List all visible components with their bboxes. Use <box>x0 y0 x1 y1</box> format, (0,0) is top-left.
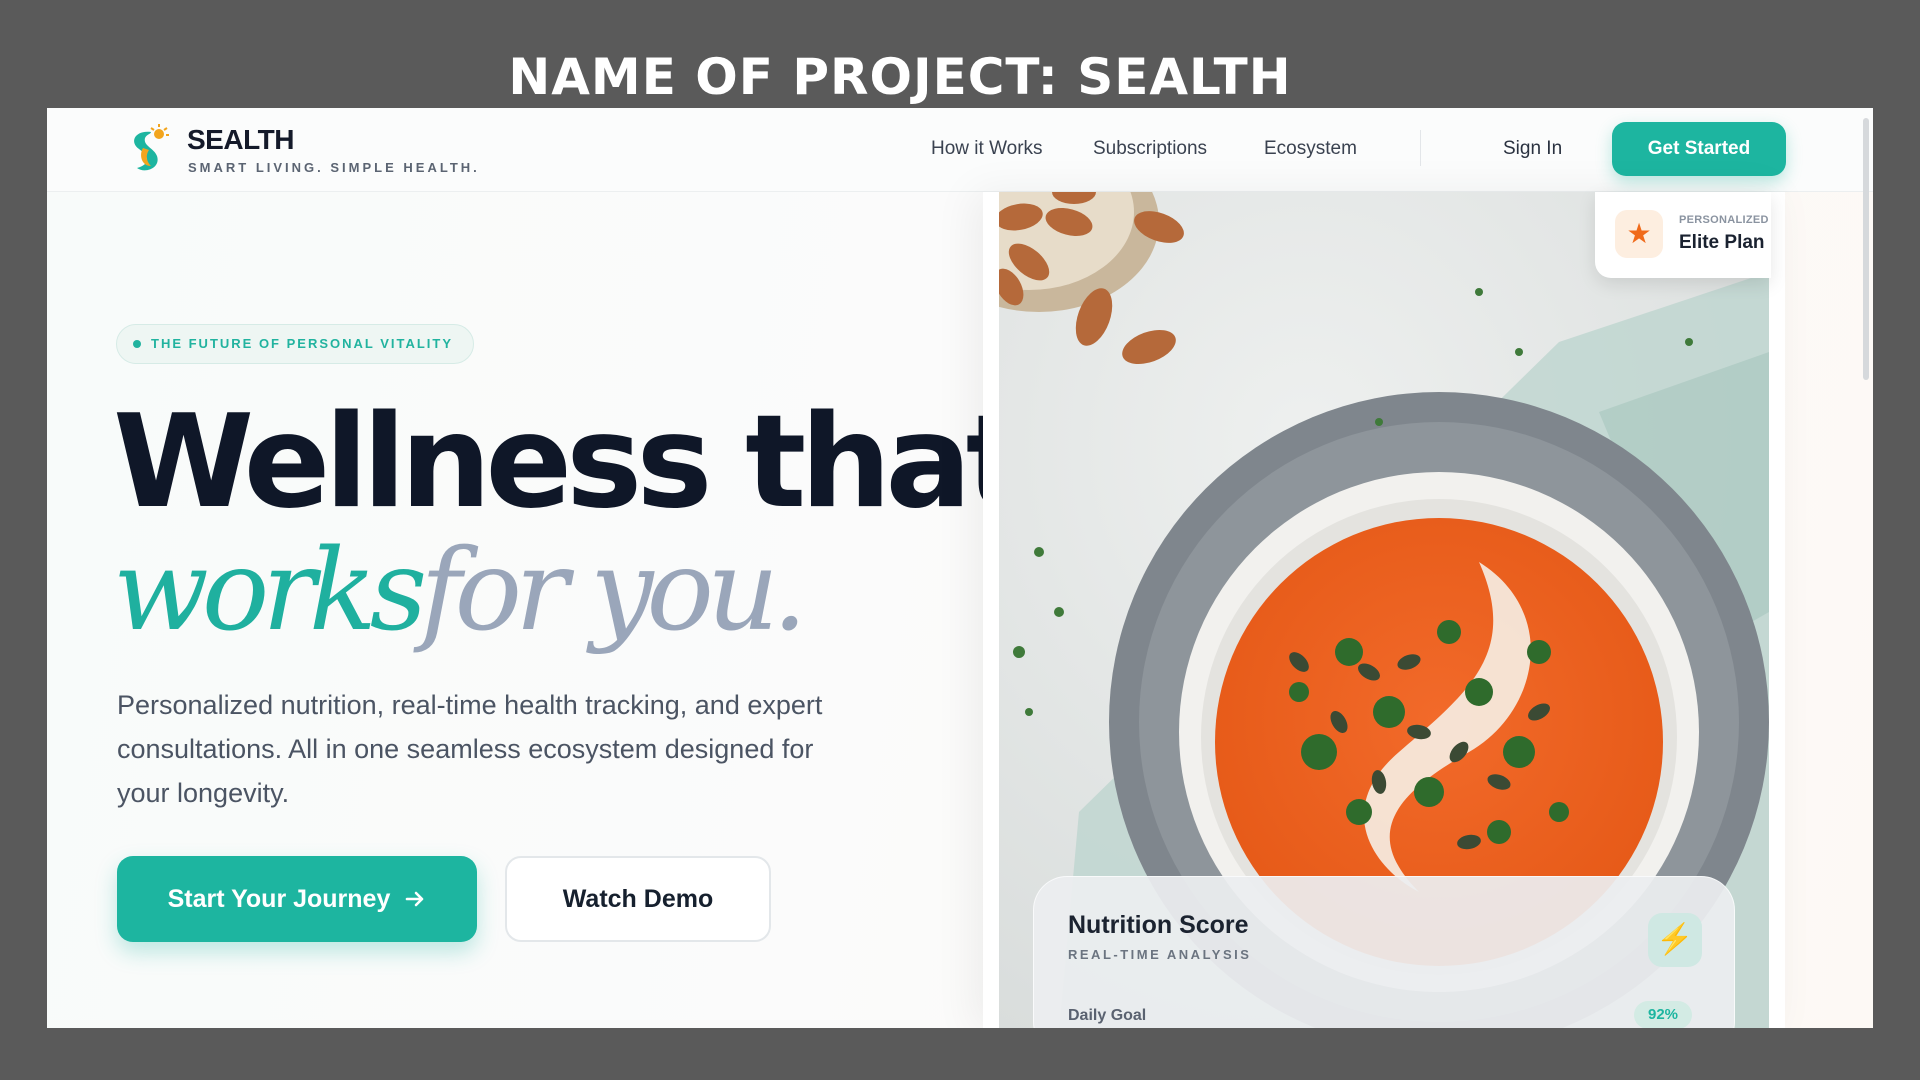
nav-subscriptions[interactable]: Subscriptions <box>1093 138 1207 160</box>
start-journey-button[interactable]: Start Your Journey <box>117 856 477 942</box>
nav-how-it-works[interactable]: How it Works <box>931 138 1043 160</box>
daily-goal-badge: 92% <box>1634 1001 1692 1028</box>
watch-demo-button[interactable]: Watch Demo <box>505 856 771 942</box>
sealth-logo-icon[interactable] <box>121 122 171 178</box>
elite-value: Elite Plan <box>1679 232 1765 253</box>
elite-plan-card: ★ PERSONALIZED Elite Plan <box>1595 192 1771 278</box>
nutrition-score-card: Nutrition Score REAL-TIME ANALYSIS ⚡ Dai… <box>1033 876 1735 1028</box>
browser-page: SEALTH SMART LIVING. SIMPLE HEALTH. How … <box>47 108 1873 1028</box>
headline-for-you: for you. <box>420 526 807 656</box>
brand-name[interactable]: SEALTH <box>187 124 294 156</box>
nav-divider <box>1420 130 1421 166</box>
hero-subtext: Personalized nutrition, real-time health… <box>117 690 823 808</box>
pill-text: THE FUTURE OF PERSONAL VITALITY <box>151 336 454 351</box>
hero-headline-accent: worksfor you. <box>113 526 808 656</box>
nav-ecosystem[interactable]: Ecosystem <box>1264 138 1357 160</box>
start-journey-label: Start Your Journey <box>167 884 391 913</box>
daily-goal-label: Daily Goal <box>1068 1007 1147 1024</box>
nutrition-subtitle: REAL-TIME ANALYSIS <box>1068 947 1252 962</box>
page-scrollbar[interactable] <box>1863 118 1869 380</box>
get-started-button[interactable]: Get Started <box>1612 122 1786 176</box>
elite-label: PERSONALIZED <box>1679 214 1769 226</box>
nutrition-title: Nutrition Score <box>1068 911 1249 939</box>
pill-dot <box>133 340 141 348</box>
brand-tagline: SMART LIVING. SIMPLE HEALTH. <box>188 160 480 175</box>
headline-works: works <box>113 526 427 656</box>
star-icon: ★ <box>1615 210 1663 258</box>
sign-in-link[interactable]: Sign In <box>1503 138 1562 160</box>
lightning-icon: ⚡ <box>1648 913 1702 967</box>
site-header: SEALTH SMART LIVING. SIMPLE HEALTH. How … <box>47 108 1873 192</box>
project-title: NAME OF PROJECT: SEALTH <box>508 48 1292 106</box>
arrow-right-icon <box>406 891 424 907</box>
tagline-pill: THE FUTURE OF PERSONAL VITALITY <box>116 324 475 364</box>
hero-headline: Wellness that <box>113 388 1027 537</box>
